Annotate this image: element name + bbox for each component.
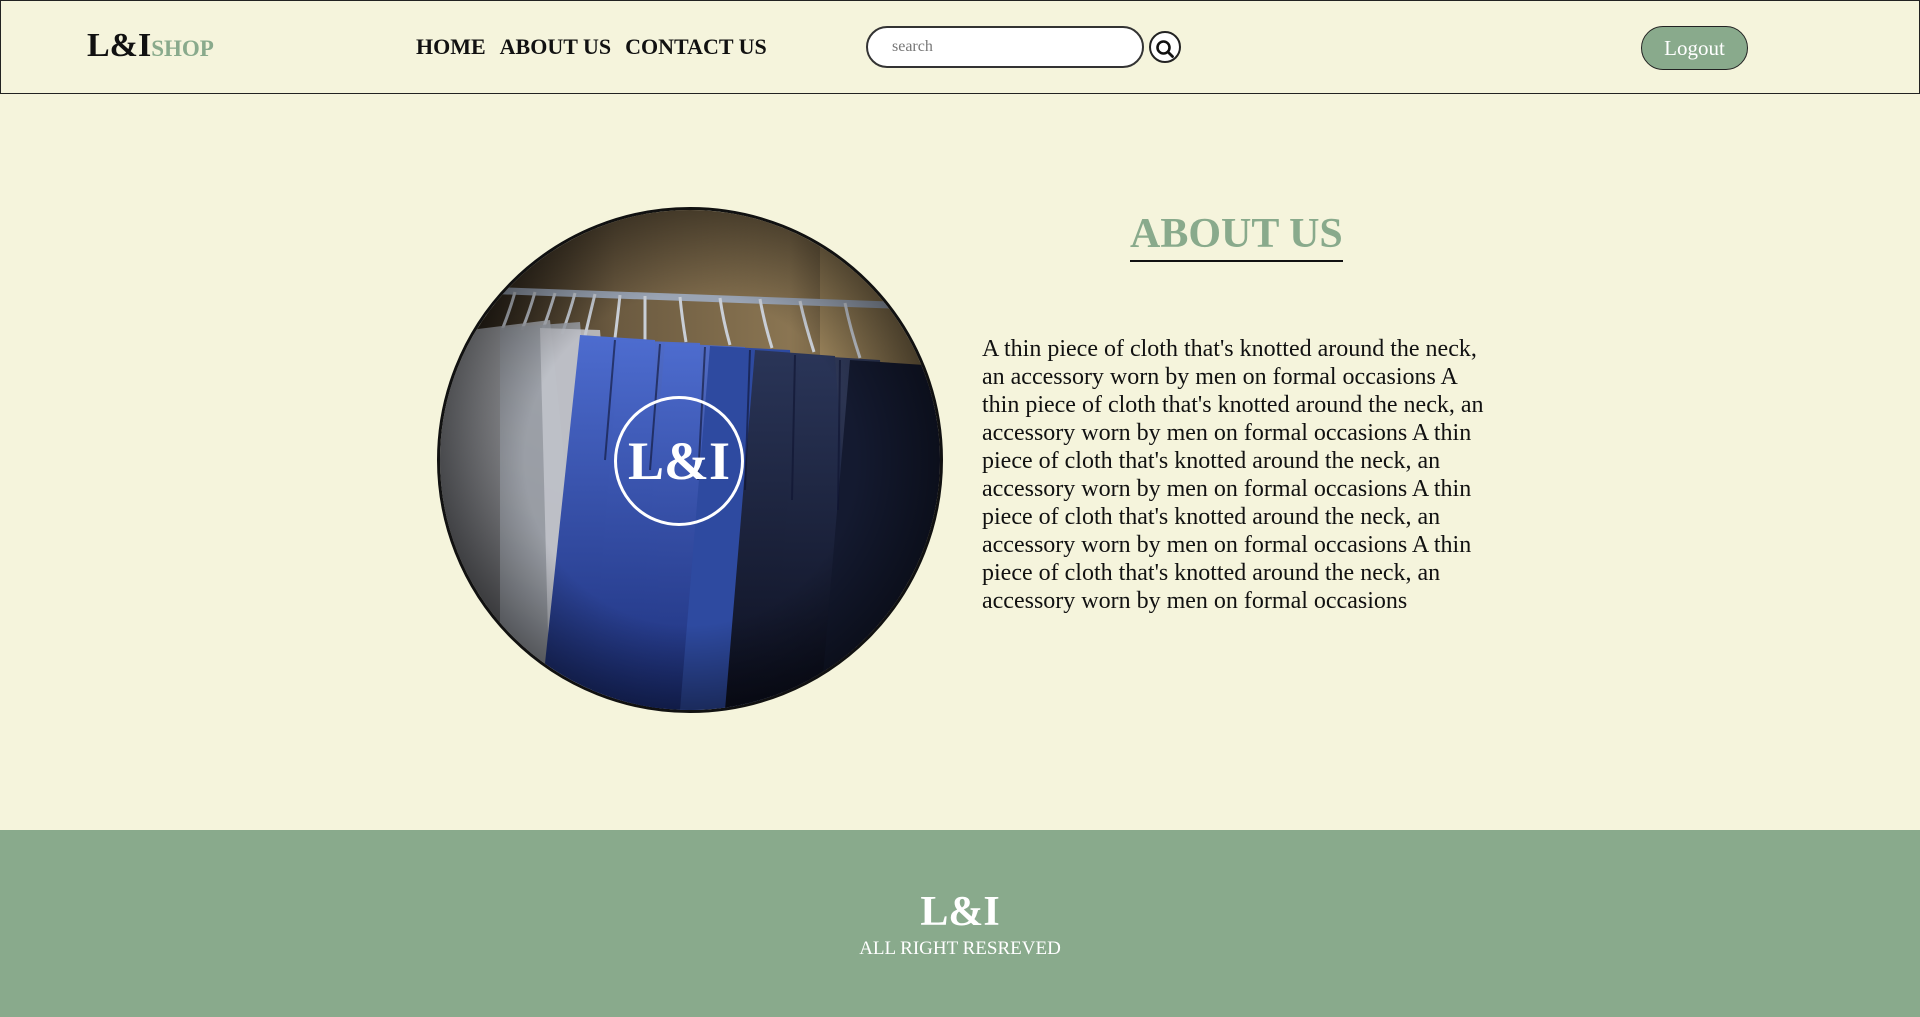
- site-footer: L&I ALL RIGHT RESREVED: [0, 830, 1920, 1017]
- nav-contact-us[interactable]: CONTACT US: [625, 34, 767, 60]
- nav-home[interactable]: HOME: [416, 34, 486, 60]
- search-input[interactable]: [866, 26, 1144, 68]
- logo-main-text: L&I: [87, 27, 152, 64]
- about-description: A thin piece of cloth that's knotted aro…: [982, 336, 1484, 614]
- page-title: ABOUT US: [1130, 210, 1343, 262]
- footer-logo: L&I: [920, 889, 1000, 935]
- logout-button[interactable]: Logout: [1641, 26, 1748, 70]
- search-icon: [1156, 40, 1174, 58]
- nav-about-us[interactable]: ABOUT US: [500, 34, 611, 60]
- emblem-text: L&I: [627, 431, 730, 491]
- footer-copyright: ALL RIGHT RESREVED: [859, 938, 1061, 959]
- brand-emblem: L&I: [614, 396, 744, 526]
- site-header: L&ISHOP HOME ABOUT US CONTACT US Logout: [0, 0, 1920, 94]
- search-button[interactable]: [1149, 31, 1181, 63]
- main-nav: HOME ABOUT US CONTACT US: [416, 34, 767, 60]
- site-logo[interactable]: L&ISHOP: [87, 27, 214, 65]
- logo-sub-text: SHOP: [151, 36, 214, 61]
